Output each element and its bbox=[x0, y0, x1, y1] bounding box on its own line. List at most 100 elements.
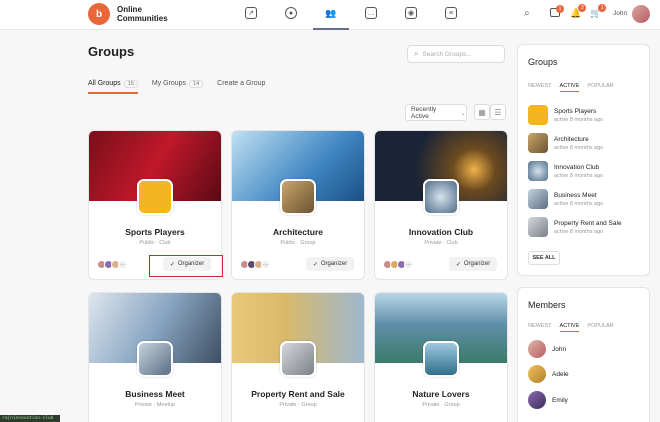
sidebar-group-item[interactable]: Architecture active 8 months ago bbox=[528, 133, 603, 153]
group-thumbnail[interactable] bbox=[280, 179, 316, 215]
group-thumbnail[interactable] bbox=[137, 179, 173, 215]
widget-tabs: NEWEST ACTIVE POPULAR bbox=[528, 83, 614, 92]
search-input[interactable]: ⌕ Search Groups... bbox=[407, 45, 505, 63]
group-name: Innovation Club bbox=[554, 163, 600, 171]
sort-value: Recently Active bbox=[411, 105, 437, 120]
group-meta: Private · Club bbox=[424, 240, 458, 246]
group-time: active 8 months ago bbox=[554, 200, 604, 207]
member-name: Adele bbox=[552, 370, 569, 378]
widget-title: Groups bbox=[528, 57, 558, 67]
avatar bbox=[528, 365, 546, 383]
tab-my-groups[interactable]: My Groups 14 bbox=[151, 80, 204, 94]
tab-popular[interactable]: POPULAR bbox=[587, 83, 613, 92]
documents-icon[interactable]: ≡ bbox=[445, 7, 457, 19]
sidebar-group-item[interactable]: Innovation Club active 8 months ago bbox=[528, 161, 603, 181]
group-name: Sports Players bbox=[554, 107, 597, 115]
cart-icon[interactable]: 🛒 1 bbox=[590, 4, 607, 19]
brand-line-1: Online bbox=[117, 5, 142, 14]
status-toast: rajninnovation-club bbox=[0, 415, 60, 422]
widget-title: Members bbox=[528, 300, 566, 310]
user-name[interactable]: John bbox=[613, 10, 627, 17]
tab-label: My Groups bbox=[151, 80, 187, 87]
search-icon[interactable]: ⌕ bbox=[524, 8, 530, 19]
group-icon bbox=[528, 217, 548, 237]
group-icon bbox=[528, 105, 548, 125]
messages-icon[interactable]: 1 bbox=[550, 5, 564, 17]
group-members[interactable]: ··· bbox=[383, 260, 413, 269]
group-meta: Public · Club bbox=[139, 240, 171, 246]
group-icon bbox=[528, 189, 548, 209]
brand-line-2: Communities bbox=[117, 14, 168, 23]
tab-newest[interactable]: NEWEST bbox=[528, 323, 552, 332]
forums-icon[interactable]: … bbox=[365, 7, 377, 19]
group-thumbnail[interactable] bbox=[423, 179, 459, 215]
group-title[interactable]: Sports Players bbox=[89, 227, 221, 237]
site-brand[interactable]: Online Communities bbox=[117, 5, 168, 23]
sidebar-group-item[interactable]: Sports Players active 8 months ago bbox=[528, 105, 603, 125]
groups-icon[interactable]: 👥 bbox=[325, 7, 337, 19]
group-card[interactable]: Business Meet Private · Meetup bbox=[88, 292, 222, 422]
organizer-label: Organizer bbox=[320, 261, 348, 267]
tab-active[interactable]: ACTIVE bbox=[559, 83, 580, 92]
highlight-box bbox=[149, 255, 223, 277]
profile-icon[interactable]: ● bbox=[285, 7, 297, 19]
tab-newest[interactable]: NEWEST bbox=[528, 83, 552, 92]
group-thumbnail[interactable] bbox=[280, 341, 316, 377]
avatar bbox=[528, 340, 546, 358]
member-item[interactable]: Adele bbox=[528, 365, 569, 383]
group-members[interactable]: ··· bbox=[240, 260, 270, 269]
sort-select[interactable]: Recently Active ⌄ bbox=[405, 104, 467, 121]
groups-subnav: All Groups 15 My Groups 14 Create a Group bbox=[88, 80, 265, 94]
list-view-icon[interactable]: ☰ bbox=[490, 104, 506, 120]
group-card[interactable]: Innovation Club Private · Club ··· ✓ Orga… bbox=[374, 130, 508, 280]
group-time: active 8 months ago bbox=[554, 144, 604, 151]
organizer-label: Organizer bbox=[463, 261, 491, 267]
member-name: Emily bbox=[552, 396, 568, 404]
top-header: b Online Communities ↗ ● 👥 … ◉ ≡ ⌕ 1 🔔 3… bbox=[0, 0, 660, 30]
member-item[interactable]: John bbox=[528, 340, 566, 358]
group-time: active 8 months ago bbox=[554, 116, 604, 123]
activity-icon[interactable]: ↗ bbox=[245, 7, 257, 19]
group-card[interactable]: Nature Lovers Private · Group bbox=[374, 292, 508, 422]
sidebar-group-item[interactable]: Business Meet active 8 months ago bbox=[528, 189, 603, 209]
notifications-icon[interactable]: 🔔 3 bbox=[570, 4, 587, 19]
group-meta: Private · Group bbox=[422, 402, 460, 408]
sidebar-group-item[interactable]: Property Rent and Sale active 8 months ag… bbox=[528, 217, 622, 237]
group-title[interactable]: Property Rent and Sale bbox=[232, 389, 364, 399]
see-all-button[interactable]: SEE ALL bbox=[528, 251, 560, 265]
messages-badge: 1 bbox=[556, 5, 564, 13]
member-name: John bbox=[552, 345, 567, 353]
site-logo[interactable]: b bbox=[88, 3, 110, 25]
photos-icon[interactable]: ◉ bbox=[405, 7, 417, 19]
user-avatar[interactable] bbox=[632, 5, 650, 23]
check-icon: ✓ bbox=[455, 261, 461, 268]
grid-view-icon[interactable]: ▦ bbox=[474, 104, 490, 120]
cart-badge: 1 bbox=[598, 4, 607, 12]
tab-active[interactable]: ACTIVE bbox=[559, 323, 580, 332]
group-thumbnail[interactable] bbox=[137, 341, 173, 377]
group-meta: Public · Group bbox=[280, 240, 316, 246]
organizer-button[interactable]: ✓ Organizer bbox=[449, 257, 497, 271]
member-item[interactable]: Emily bbox=[528, 391, 568, 409]
sidebar-groups-widget: Groups NEWEST ACTIVE POPULAR Sports Play… bbox=[517, 44, 650, 276]
group-title[interactable]: Innovation Club bbox=[375, 227, 507, 237]
page-title: Groups bbox=[88, 44, 135, 59]
avatar bbox=[528, 391, 546, 409]
tab-all-groups[interactable]: All Groups 15 bbox=[88, 80, 138, 94]
search-icon: ⌕ bbox=[414, 49, 419, 58]
group-name: Business Meet bbox=[554, 191, 597, 199]
group-name: Architecture bbox=[554, 135, 589, 143]
group-thumbnail[interactable] bbox=[423, 341, 459, 377]
group-card[interactable]: Property Rent and Sale Private · Group bbox=[231, 292, 365, 422]
organizer-button[interactable]: ✓ Organizer bbox=[306, 257, 354, 271]
sidebar-members-widget: Members NEWEST ACTIVE POPULAR John Adele… bbox=[517, 287, 650, 422]
group-meta: Private · Group bbox=[279, 402, 317, 408]
group-time: active 8 months ago bbox=[554, 228, 604, 235]
group-members[interactable]: ··· bbox=[97, 260, 127, 269]
group-card[interactable]: Architecture Public · Group ··· ✓ Organiz… bbox=[231, 130, 365, 280]
tab-create-group[interactable]: Create a Group bbox=[217, 80, 265, 94]
group-title[interactable]: Business Meet bbox=[89, 389, 221, 399]
tab-popular[interactable]: POPULAR bbox=[587, 323, 613, 332]
group-title[interactable]: Architecture bbox=[232, 227, 364, 237]
group-title[interactable]: Nature Lovers bbox=[375, 389, 507, 399]
